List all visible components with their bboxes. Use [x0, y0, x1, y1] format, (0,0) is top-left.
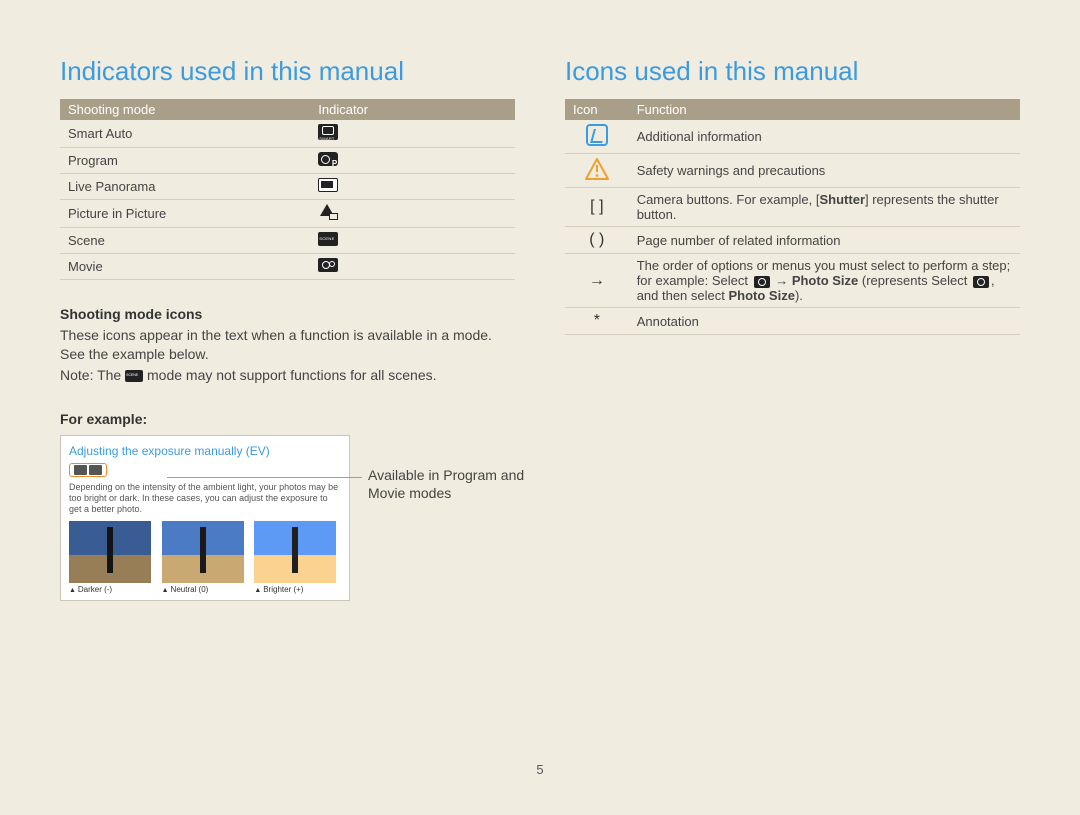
example-thumbs: Darker (-) Neutral (0) Brighter (+) [69, 521, 341, 594]
shooting-mode-icons-head: Shooting mode icons [60, 306, 515, 322]
thumb-darker [69, 521, 151, 583]
indicators-title: Indicators used in this manual [60, 56, 515, 87]
icons-title: Icons used in this manual [565, 56, 1020, 87]
mode-cell: Program [60, 148, 310, 174]
table-row: Additional information [565, 120, 1020, 154]
mini-movie-icon [89, 465, 102, 475]
table-row: Picture in Picture [60, 200, 515, 228]
program-icon [318, 152, 338, 166]
mode-cell: Picture in Picture [60, 200, 310, 228]
pip-icon [318, 204, 338, 220]
info-icon [582, 124, 612, 146]
mini-program-icon [74, 465, 87, 475]
table-row: Movie [60, 254, 515, 280]
mode-cell: Smart Auto [60, 120, 310, 148]
indicators-table: Shooting mode Indicator Smart Auto Progr… [60, 99, 515, 280]
mode-cell: Scene [60, 228, 310, 254]
paren-icon: ( ) [589, 231, 604, 248]
func-cell: Safety warnings and precautions [629, 154, 1020, 188]
left-column: Indicators used in this manual Shooting … [60, 56, 515, 601]
table-row: [ ] Camera buttons. For example, [Shutte… [565, 188, 1020, 227]
table-row: * Annotation [565, 308, 1020, 335]
mode-cell: Live Panorama [60, 174, 310, 200]
note-prefix: Note: The [60, 367, 125, 383]
arrow-icon: → [589, 272, 605, 289]
scene-icon [318, 232, 338, 246]
thumb-brighter [254, 521, 336, 583]
func-cell: Additional information [629, 120, 1020, 154]
func-cell: Annotation [629, 308, 1020, 335]
thumb-neutral [162, 521, 244, 583]
mode-chip-highlight [69, 463, 107, 477]
star-icon: * [594, 312, 600, 329]
th-function: Function [629, 99, 1020, 120]
thumb-label: Darker (-) [69, 585, 156, 594]
panorama-icon [318, 178, 338, 192]
icons-table: Icon Function Additional information Saf… [565, 99, 1020, 335]
note-suffix: mode may not support functions for all s… [143, 367, 436, 383]
camera-inline-icon [973, 276, 989, 288]
func-cell: Page number of related information [629, 227, 1020, 254]
right-column: Icons used in this manual Icon Function … [565, 56, 1020, 601]
page-number: 5 [0, 762, 1080, 777]
func-cell: Camera buttons. For example, [Shutter] r… [629, 188, 1020, 227]
th-mode: Shooting mode [60, 99, 310, 120]
shooting-mode-icons-desc: These icons appear in the text when a fu… [60, 326, 515, 364]
warning-icon [582, 158, 612, 180]
table-row: Live Panorama [60, 174, 515, 200]
func-cell: The order of options or menus you must s… [629, 254, 1020, 308]
table-row: Scene [60, 228, 515, 254]
th-icon: Icon [565, 99, 629, 120]
example-box: Adjusting the exposure manually (EV) Dep… [60, 435, 350, 602]
table-row: ( ) Page number of related information [565, 227, 1020, 254]
th-indicator: Indicator [310, 99, 515, 120]
example-title: Adjusting the exposure manually (EV) [69, 444, 341, 458]
mode-cell: Movie [60, 254, 310, 280]
shooting-mode-note: Note: The mode may not support functions… [60, 366, 515, 385]
camera-inline-icon [754, 276, 770, 288]
callout-line [167, 477, 362, 478]
movie-icon [318, 258, 338, 272]
for-example-head: For example: [60, 411, 515, 427]
table-row: Program [60, 148, 515, 174]
thumb-label: Neutral (0) [162, 585, 249, 594]
example-desc: Depending on the intensity of the ambien… [69, 482, 341, 516]
smart-auto-icon [318, 124, 338, 140]
table-row: Smart Auto [60, 120, 515, 148]
callout-text: Available in Program and Movie modes [368, 466, 538, 502]
brackets-icon: [ ] [590, 198, 603, 215]
table-row: → The order of options or menus you must… [565, 254, 1020, 308]
thumb-label: Brighter (+) [254, 585, 341, 594]
scene-inline-icon [125, 370, 143, 382]
table-row: Safety warnings and precautions [565, 154, 1020, 188]
